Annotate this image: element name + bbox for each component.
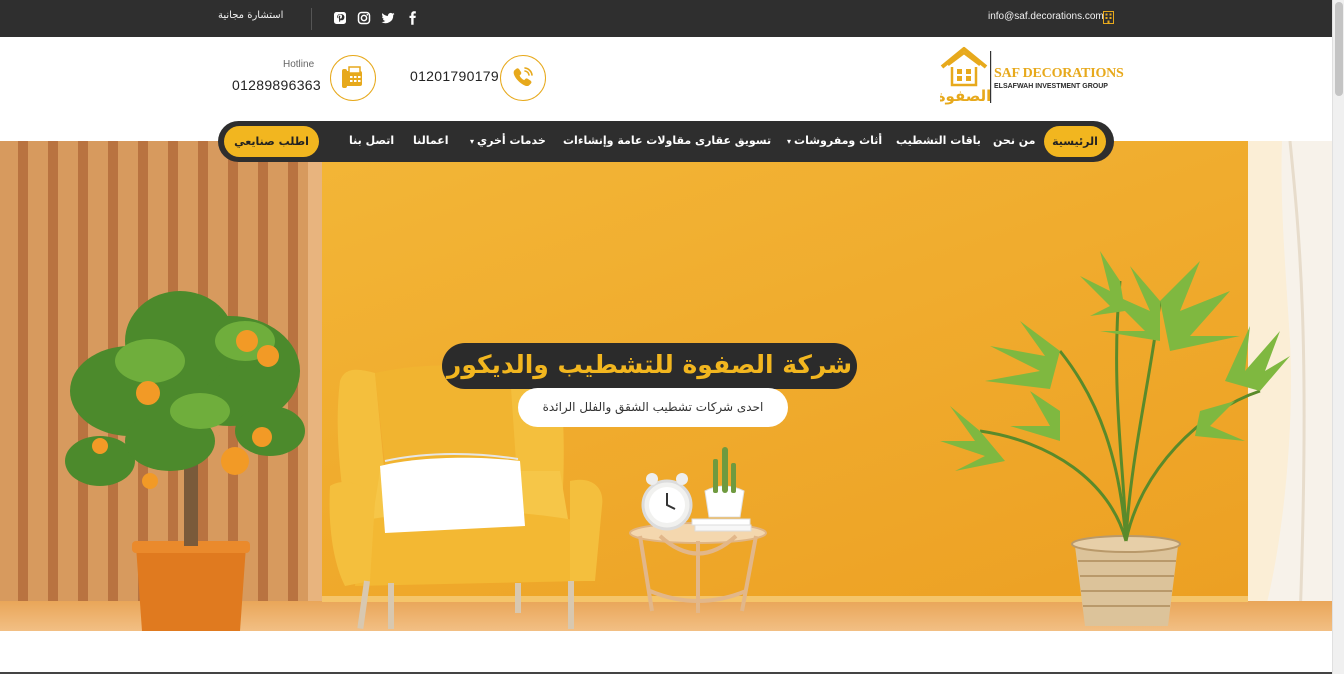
logo-arabic-text: الصفوة: [940, 87, 991, 105]
phone-number[interactable]: 01201790179: [410, 68, 499, 84]
nav-packages[interactable]: باقات التشطيب: [896, 134, 981, 147]
nav-furniture[interactable]: ▾ أثاث ومفروشات: [787, 134, 882, 147]
hero-subtitle: احدى شركات تشطيب الشقق والفلل الرائدة: [518, 388, 788, 427]
nav-other-services[interactable]: ▾ خدمات أخري: [470, 134, 546, 147]
nav-furniture-label: أثاث ومفروشات: [794, 134, 883, 147]
email-link[interactable]: info@saf.decorations.com: [988, 11, 1104, 22]
logo-title: SAF DECORATIONS: [994, 66, 1124, 81]
hero-title: شركة الصفوة للتشطيب والديكور: [442, 343, 857, 389]
building-icon: [1103, 11, 1114, 24]
page: info@saf.decorations.com استشارة مجانية: [0, 0, 1344, 674]
phone-icon: [513, 67, 533, 86]
scrollbar[interactable]: [1332, 0, 1344, 674]
nav-home[interactable]: الرئيسية: [1044, 126, 1106, 157]
topbar-divider: [311, 8, 312, 30]
nav-works[interactable]: اعمالنا: [413, 134, 449, 147]
nav-about[interactable]: من نحن: [993, 134, 1036, 147]
chevron-down-icon: ▾: [470, 137, 475, 146]
hotline-label: Hotline: [283, 59, 315, 70]
logo-subtitle: ELSAFWAH INVESTMENT GROUP: [994, 83, 1108, 90]
phone-icon-circle: [500, 55, 546, 101]
hotline-icon-circle: [330, 55, 376, 101]
nav-contact[interactable]: اتصل بنا: [349, 134, 394, 147]
nav-other-services-label: خدمات أخري: [477, 134, 546, 147]
nav-real-estate[interactable]: تسويق عقارى: [695, 134, 771, 147]
facebook-icon[interactable]: [406, 11, 420, 25]
twitter-icon[interactable]: [381, 11, 395, 25]
nav-contracting[interactable]: مقاولات عامة وإنشاءات: [563, 134, 691, 147]
fax-phone-icon: [342, 66, 362, 88]
pinterest-icon[interactable]: [333, 11, 347, 25]
chevron-down-icon: ▾: [787, 137, 792, 146]
hotline-number[interactable]: 01289896363: [232, 77, 321, 93]
request-craftsman-button[interactable]: اطلب صنايعي: [224, 126, 319, 157]
instagram-icon[interactable]: [357, 11, 371, 25]
scrollbar-thumb[interactable]: [1335, 2, 1343, 96]
hero-banner: شركة الصفوة للتشطيب والديكور احدى شركات …: [0, 141, 1332, 631]
top-bar: info@saf.decorations.com استشارة مجانية: [0, 0, 1332, 37]
free-consultation-link[interactable]: استشارة مجانية: [218, 10, 283, 21]
main-nav: الرئيسية من نحن باقات التشطيب ▾ أثاث ومفر…: [218, 121, 1114, 162]
